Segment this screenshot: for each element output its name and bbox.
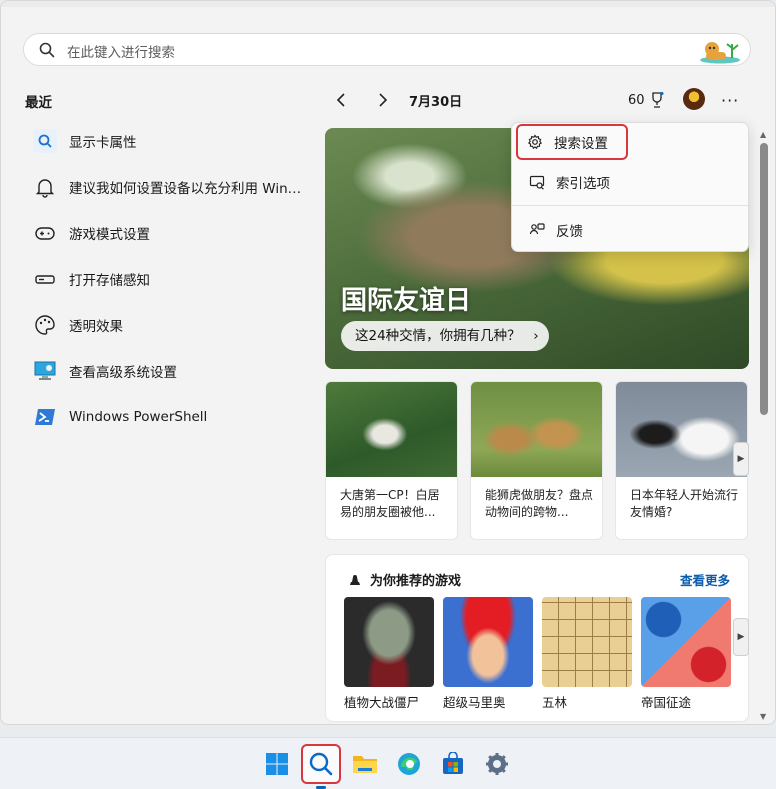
gear-icon [526,133,544,151]
menu-item-label: 搜索设置 [554,136,608,152]
hero-title: 国际友谊日 [341,286,472,316]
recent-item-label: 查看高级系统设置 [69,365,177,381]
search-panel: 在此键入进行搜索 最近 显示卡属性 建议我如何设置设备以充分利用 Windows… [0,0,776,725]
scrollbar[interactable]: ▲ ▼ [757,128,771,724]
bell-icon [29,171,61,203]
edge-icon[interactable] [391,746,427,782]
scroll-down-icon[interactable]: ▼ [760,712,766,721]
more-options-button[interactable]: ··· [721,91,739,110]
chevron-right-icon [379,93,388,107]
recent-item-game-mode[interactable]: 游戏模式设置 [29,213,309,253]
news-card[interactable]: 大唐第一CP！白居易的朋友圈被他... [325,381,458,540]
card-image [471,382,602,477]
recent-item-label: 显示卡属性 [69,135,137,151]
recent-item-advanced-system[interactable]: 查看高级系统设置 [29,351,309,391]
monitor-settings-icon [29,355,61,387]
settings-icon[interactable] [479,746,515,782]
rewards-points[interactable]: 60 [628,91,665,109]
hero-subtitle-button[interactable]: 这24种交情，你拥有几种？ › [341,321,549,351]
card-text: 大唐第一CP！白居易的朋友圈被他... [340,488,440,519]
menu-item-label: 索引选项 [556,176,610,192]
file-explorer-icon[interactable] [347,746,383,782]
store-icon[interactable] [435,746,471,782]
next-button[interactable] [371,89,393,111]
menu-divider [512,205,748,206]
search-box[interactable]: 在此键入进行搜索 [23,33,751,66]
hero-subtitle: 这24种交情，你拥有几种？ [355,328,521,344]
recent-item-powershell[interactable]: Windows PowerShell [29,397,309,437]
prev-button[interactable] [331,89,353,111]
game-thumbnail [443,597,533,687]
recent-item-device-setup[interactable]: 建议我如何设置设备以充分利用 Windows [29,167,309,207]
game-thumbnail [344,597,434,687]
game-tile[interactable]: 帝国征途 [641,597,731,711]
recent-heading: 最近 [25,95,52,111]
games-next-button[interactable]: ▶ [733,618,749,656]
recent-item-storage-sense[interactable]: 打开存储感知 [29,259,309,299]
card-image [326,382,457,477]
window-top-strip [1,1,775,7]
games-title: 为你推荐的游戏 [370,574,462,589]
game-name: 五林 [542,695,568,710]
search-input[interactable]: 在此键入进行搜索 [67,41,175,61]
scroll-up-icon[interactable]: ▲ [760,130,766,139]
cards-next-button[interactable]: ▶ [733,442,749,476]
news-card[interactable]: 能狮虎做朋友？盘点动物间的跨物... [470,381,603,540]
game-name: 超级马里奥 [443,695,506,710]
game-name: 植物大战僵尸 [344,695,420,710]
menu-item-search-settings[interactable]: 搜索设置 [516,124,628,160]
card-text: 日本年轻人开始流行友情婚? [630,488,739,519]
windows-start-icon[interactable] [259,746,295,782]
date-label: 7月30日 [409,95,463,110]
trophy-icon [651,92,664,108]
search-icon [39,42,55,58]
games-section: 为你推荐的游戏 查看更多 植物大战僵尸 超级马里奥 五林 帝国征途 ▶ [325,554,749,722]
search-app-icon [29,125,61,157]
options-menu: 搜索设置 索引选项 反馈 [511,122,749,252]
game-thumbnail [641,597,731,687]
tiger-doodle-icon [700,42,740,64]
palette-icon [29,309,61,341]
chevron-right-icon: › [533,328,539,344]
avatar[interactable] [683,88,705,110]
game-tile[interactable]: 超级马里奥 [443,597,533,711]
index-icon [528,173,546,191]
recent-item-label: 游戏模式设置 [69,227,150,243]
feedback-icon [528,221,546,239]
recent-item-label: 建议我如何设置设备以充分利用 Windows [69,181,309,197]
storage-icon [29,263,61,295]
recent-item-label: Windows PowerShell [69,409,208,425]
game-name: 帝国征途 [641,695,692,710]
card-text: 能狮虎做朋友？盘点动物间的跨物... [485,488,594,519]
recent-item-transparency[interactable]: 透明效果 [29,305,309,345]
scroll-thumb[interactable] [760,143,768,415]
taskbar [0,737,776,789]
search-icon[interactable] [301,744,341,784]
gamepad-icon [29,217,61,249]
chess-icon [350,575,360,585]
recent-item-label: 透明效果 [69,319,123,335]
game-tile[interactable]: 五林 [542,597,632,711]
game-tile[interactable]: 植物大战僵尸 [344,597,434,711]
card-image [616,382,747,477]
see-more-link[interactable]: 查看更多 [680,570,730,589]
chevron-left-icon [336,93,345,107]
recent-item-display-card[interactable]: 显示卡属性 [29,121,309,161]
menu-item-feedback[interactable]: 反馈 [520,212,744,248]
recent-item-label: 打开存储感知 [69,273,150,289]
menu-item-label: 反馈 [556,224,583,240]
menu-item-indexing-options[interactable]: 索引选项 [520,164,744,200]
powershell-icon [29,401,61,433]
game-thumbnail [542,597,632,687]
news-card[interactable]: 日本年轻人开始流行友情婚? [615,381,748,540]
points-value: 60 [628,92,645,108]
